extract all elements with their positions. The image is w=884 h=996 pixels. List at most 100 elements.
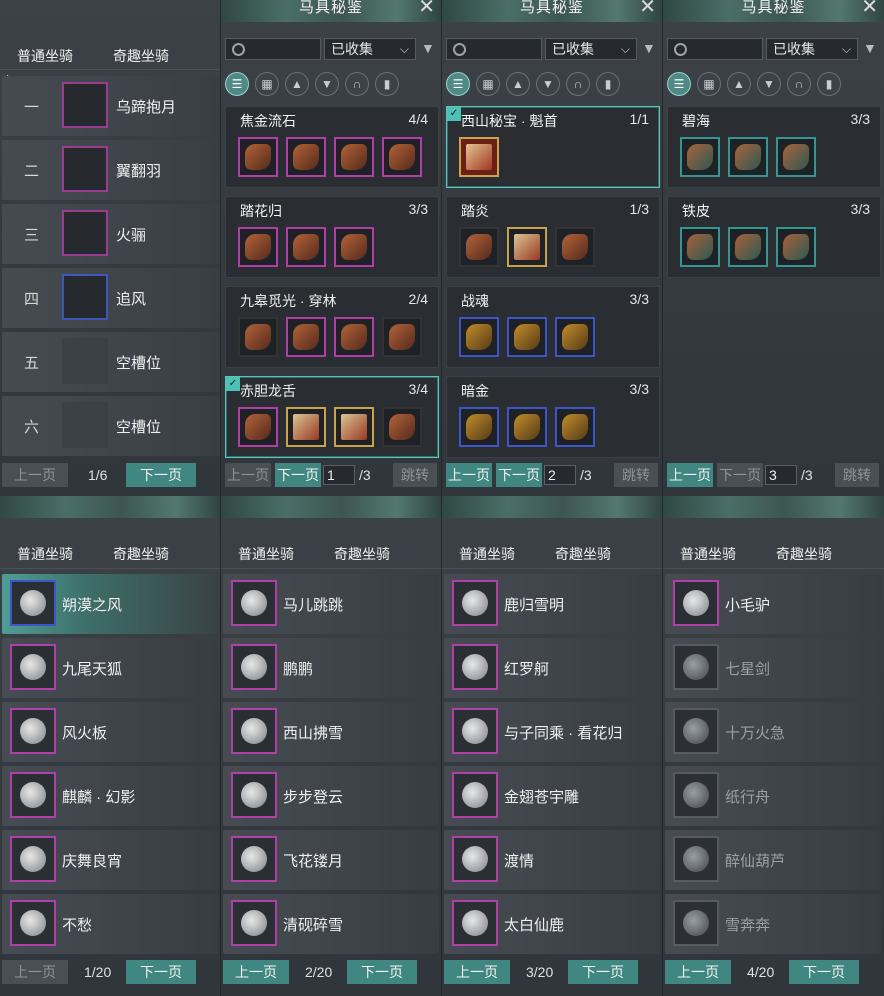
gear-piece-icon[interactable] xyxy=(728,137,768,177)
tab-fun-mounts[interactable]: 奇趣坐骑 xyxy=(555,544,611,564)
gear-piece-icon[interactable] xyxy=(507,227,547,267)
list-view-icon[interactable]: ☰ xyxy=(667,72,691,96)
gear-piece-icon[interactable] xyxy=(459,317,499,357)
gear-piece-icon[interactable] xyxy=(507,317,547,357)
prev-page-button[interactable]: 上一页 xyxy=(225,463,271,487)
mount-list-item[interactable]: 不愁 xyxy=(2,894,218,954)
mount-list-item[interactable]: 麒麟 · 幻影 xyxy=(2,766,218,826)
saddle-icon[interactable]: ▮ xyxy=(817,72,841,96)
gear-piece-icon[interactable] xyxy=(238,137,278,177)
mount-slot[interactable]: 六 空槽位 xyxy=(2,396,220,456)
mount-slot[interactable]: 四 追风 xyxy=(2,268,220,328)
gear-set-card[interactable]: 踏花归 3/3 xyxy=(225,196,439,278)
gear-piece-icon[interactable] xyxy=(459,137,499,177)
prev-page-button[interactable]: 上一页 xyxy=(2,960,68,984)
gear-piece-icon[interactable] xyxy=(459,407,499,447)
next-page-button[interactable]: 下一页 xyxy=(789,960,859,984)
mount-slot[interactable]: 一 乌蹄抱月 xyxy=(2,76,220,136)
chest-gear-icon[interactable]: ▼ xyxy=(536,72,560,96)
gear-piece-icon[interactable] xyxy=(382,137,422,177)
chest-gear-icon[interactable]: ▼ xyxy=(757,72,781,96)
chest-gear-icon[interactable]: ▼ xyxy=(315,72,339,96)
gear-piece-icon[interactable] xyxy=(238,317,278,357)
mount-slot[interactable]: 五 空槽位 xyxy=(2,332,220,392)
prev-page-button[interactable]: 上一页 xyxy=(444,960,510,984)
grid-view-icon[interactable]: ▦ xyxy=(697,72,721,96)
gear-set-card[interactable]: 暗金 3/3 xyxy=(446,376,660,458)
mount-list-item[interactable]: 马儿跳跳 xyxy=(223,574,439,634)
head-gear-icon[interactable]: ▲ xyxy=(727,72,751,96)
head-gear-icon[interactable]: ▲ xyxy=(285,72,309,96)
search-input[interactable] xyxy=(225,38,321,60)
gear-piece-icon[interactable] xyxy=(776,227,816,267)
mount-list-item[interactable]: 鹿归雪明 xyxy=(444,574,660,634)
prev-page-button[interactable]: 上一页 xyxy=(667,463,713,487)
mount-slot[interactable]: 二 翼翻羽 xyxy=(2,140,220,200)
close-icon[interactable]: ✕ xyxy=(639,0,656,17)
mount-list-item[interactable]: 金翅苍宇雕 xyxy=(444,766,660,826)
saddle-icon[interactable]: ▮ xyxy=(596,72,620,96)
mount-list-item[interactable]: 步步登云 xyxy=(223,766,439,826)
tab-fun-mounts[interactable]: 奇趣坐骑 xyxy=(334,544,390,564)
gear-piece-icon[interactable] xyxy=(459,227,499,267)
gear-piece-icon[interactable] xyxy=(334,227,374,267)
list-view-icon[interactable]: ☰ xyxy=(225,72,249,96)
mount-list-item[interactable]: 朔漠之风 xyxy=(2,574,218,634)
next-page-button[interactable]: 下一页 xyxy=(126,960,196,984)
gear-piece-icon[interactable] xyxy=(238,227,278,267)
mount-list-item[interactable]: 纸行舟 xyxy=(665,766,881,826)
gear-piece-icon[interactable] xyxy=(286,317,326,357)
search-input[interactable] xyxy=(667,38,763,60)
jump-button[interactable]: 跳转 xyxy=(393,463,437,487)
mount-list-item[interactable]: 七星剑 xyxy=(665,638,881,698)
gear-piece-icon[interactable] xyxy=(555,407,595,447)
gear-piece-icon[interactable] xyxy=(680,227,720,267)
gear-piece-icon[interactable] xyxy=(286,227,326,267)
mount-list-item[interactable]: 红罗舸 xyxy=(444,638,660,698)
gear-piece-icon[interactable] xyxy=(680,137,720,177)
gear-set-card[interactable]: 战魂 3/3 xyxy=(446,286,660,368)
gear-piece-icon[interactable] xyxy=(507,407,547,447)
grid-view-icon[interactable]: ▦ xyxy=(476,72,500,96)
gear-piece-icon[interactable] xyxy=(238,407,278,447)
gear-piece-icon[interactable] xyxy=(382,407,422,447)
gear-set-card[interactable]: 踏炎 1/3 xyxy=(446,196,660,278)
mount-list-item[interactable]: 西山拂雪 xyxy=(223,702,439,762)
funnel-filter-icon[interactable]: ▼ xyxy=(642,40,656,56)
gear-piece-icon[interactable] xyxy=(555,227,595,267)
gear-piece-icon[interactable] xyxy=(334,317,374,357)
saddle-icon[interactable]: ▮ xyxy=(375,72,399,96)
next-page-button[interactable]: 下一页 xyxy=(126,463,196,487)
mount-list-item[interactable]: 太白仙鹿 xyxy=(444,894,660,954)
search-input[interactable] xyxy=(446,38,542,60)
mount-list-item[interactable]: 十万火急 xyxy=(665,702,881,762)
gear-piece-icon[interactable] xyxy=(555,317,595,357)
prev-page-button[interactable]: 上一页 xyxy=(665,960,731,984)
mount-list-item[interactable]: 庆舞良宵 xyxy=(2,830,218,890)
tab-normal-mounts[interactable]: 普通坐骑 xyxy=(17,46,73,66)
gear-piece-icon[interactable] xyxy=(334,407,374,447)
gear-set-card[interactable]: 铁皮 3/3 xyxy=(667,196,881,278)
next-page-button[interactable]: 下一页 xyxy=(717,463,763,487)
prev-page-button[interactable]: 上一页 xyxy=(2,463,68,487)
next-page-button[interactable]: 下一页 xyxy=(568,960,638,984)
page-number-input[interactable]: 3 xyxy=(765,465,797,485)
tab-fun-mounts[interactable]: 奇趣坐骑 xyxy=(113,544,169,564)
prev-page-button[interactable]: 上一页 xyxy=(446,463,492,487)
gear-piece-icon[interactable] xyxy=(334,137,374,177)
gear-set-card[interactable]: 九皋觅光 · 穿林 2/4 xyxy=(225,286,439,368)
page-number-input[interactable]: 2 xyxy=(544,465,576,485)
tab-fun-mounts[interactable]: 奇趣坐骑 xyxy=(113,46,169,66)
next-page-button[interactable]: 下一页 xyxy=(275,463,321,487)
mount-slot[interactable]: 三 火骊 xyxy=(2,204,220,264)
horseshoe-icon[interactable]: ∩ xyxy=(566,72,590,96)
page-number-input[interactable]: 1 xyxy=(323,465,355,485)
next-page-button[interactable]: 下一页 xyxy=(496,463,542,487)
mount-list-item[interactable]: 醉仙葫芦 xyxy=(665,830,881,890)
tab-fun-mounts[interactable]: 奇趣坐骑 xyxy=(776,544,832,564)
horseshoe-icon[interactable]: ∩ xyxy=(787,72,811,96)
mount-list-item[interactable]: 清砚碎雪 xyxy=(223,894,439,954)
mount-list-item[interactable]: 风火板 xyxy=(2,702,218,762)
gear-piece-icon[interactable] xyxy=(728,227,768,267)
funnel-filter-icon[interactable]: ▼ xyxy=(421,40,435,56)
